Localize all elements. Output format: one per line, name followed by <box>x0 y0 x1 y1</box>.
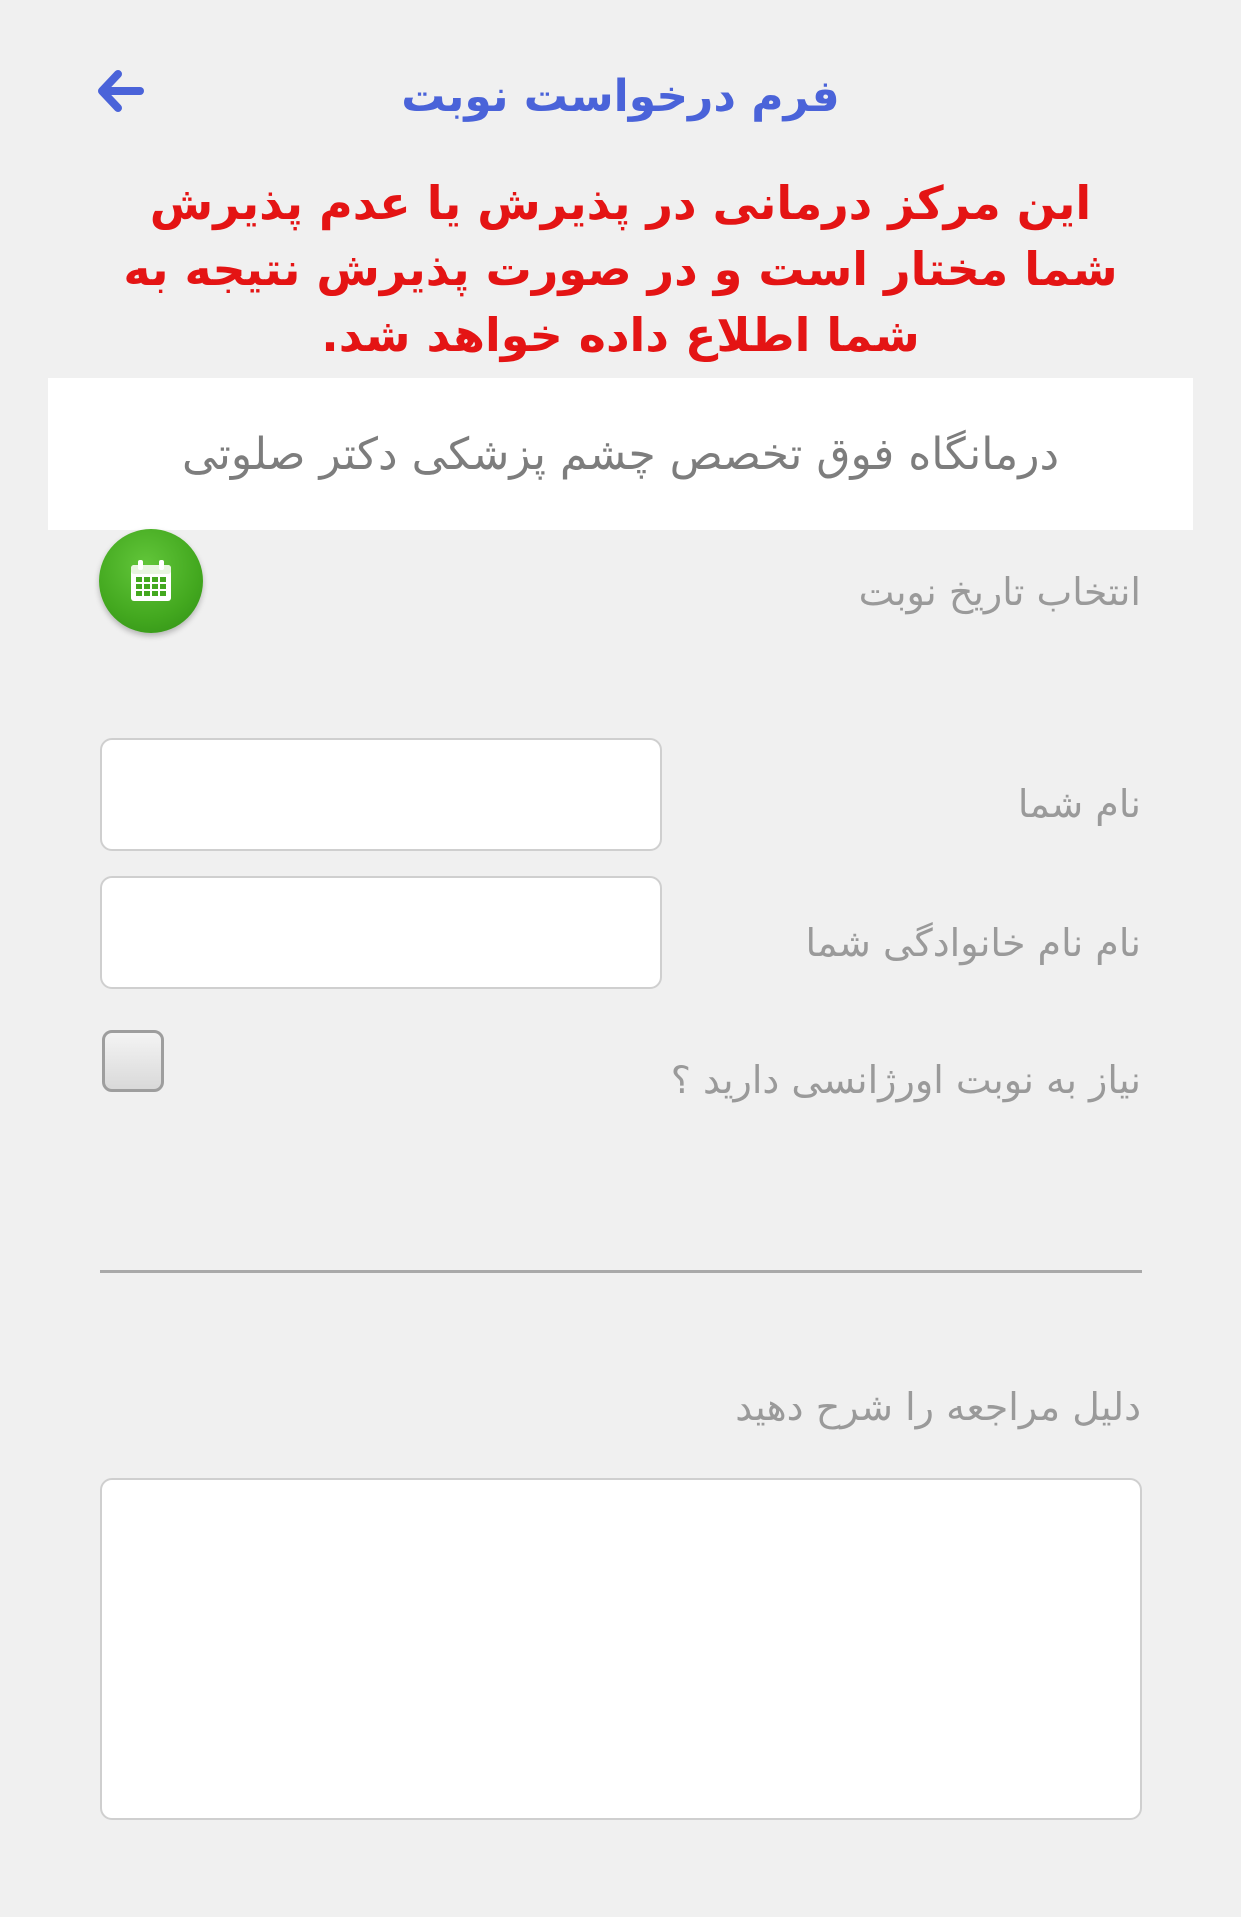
urgent-appointment-label: نیاز به نوبت اورژانسی دارید ؟ <box>670 1058 1141 1102</box>
arrow-left-icon <box>98 70 144 112</box>
appointment-date-label: انتخاب تاریخ نوبت <box>858 570 1141 614</box>
section-divider <box>100 1270 1142 1273</box>
last-name-label: نام نام خانوادگی شما <box>805 921 1141 965</box>
visit-reason-textarea[interactable] <box>100 1478 1142 1820</box>
back-arrow-icon[interactable] <box>96 66 146 116</box>
visit-reason-label: دلیل مراجعه را شرح دهید <box>735 1385 1141 1429</box>
page-title: فرم درخواست نوبت <box>401 71 840 122</box>
calendar-icon <box>131 560 171 601</box>
date-picker-button[interactable] <box>99 529 203 633</box>
first-name-input[interactable] <box>100 738 662 851</box>
first-name-label: نام شما <box>1017 782 1141 826</box>
acceptance-notice: این مرکز درمانی در پذیرش یا عدم پذیرش شم… <box>123 176 1118 362</box>
clinic-name: درمانگاه فوق تخصص چشم پزشکی دکتر صلوتی <box>181 428 1060 480</box>
last-name-input[interactable] <box>100 876 662 989</box>
urgent-appointment-checkbox[interactable] <box>102 1030 164 1092</box>
appointment-request-page: فرم درخواست نوبت این مرکز درمانی در پذیر… <box>0 0 1241 1917</box>
clinic-card: درمانگاه فوق تخصص چشم پزشکی دکتر صلوتی <box>48 378 1193 530</box>
